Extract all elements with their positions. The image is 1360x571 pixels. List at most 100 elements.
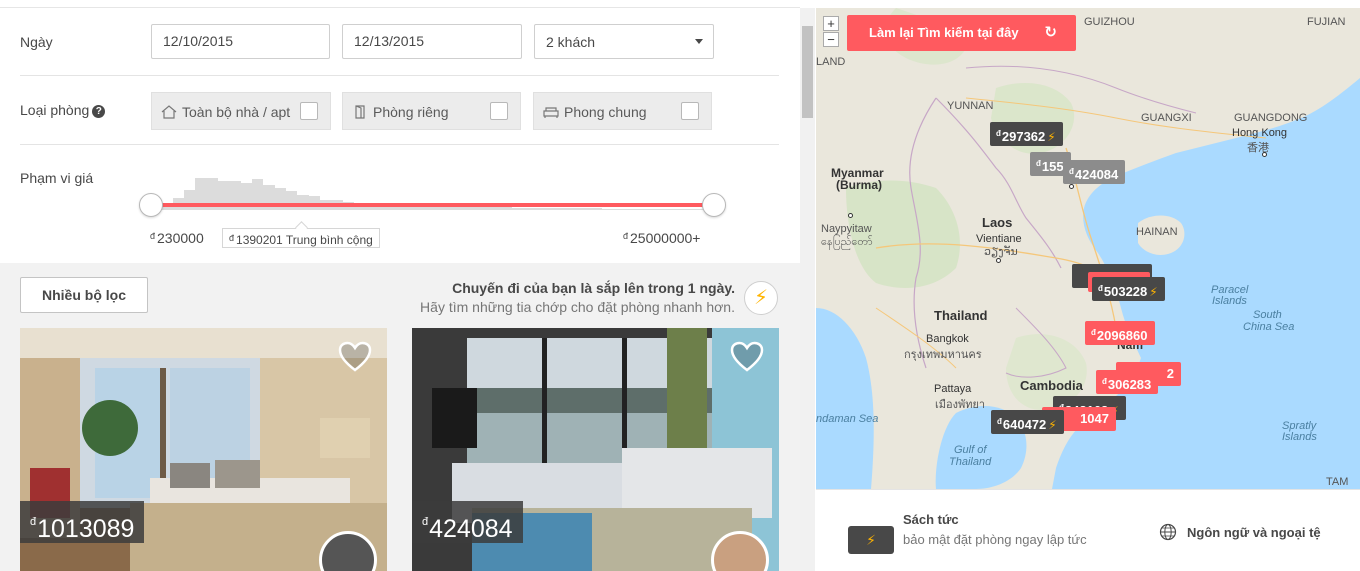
map-legend: ⚡ Sách tức bảo mật đặt phòng ngay lập tứ… xyxy=(816,489,1360,571)
instant-book-description: bảo mật đặt phòng ngay lập tức xyxy=(903,532,1087,547)
city-dot xyxy=(1262,152,1267,157)
listing-price: đ1013089 xyxy=(20,501,145,543)
entire-home-checkbox[interactable] xyxy=(300,102,318,120)
listing-price-value: 424084 xyxy=(429,515,513,543)
pin-price: 2 xyxy=(1166,366,1174,381)
price-range-label: Phạm vi giá xyxy=(20,170,94,186)
map-label: South xyxy=(1253,309,1282,321)
checkin-input[interactable]: 12/10/2015 xyxy=(151,24,330,59)
histogram-bar xyxy=(522,207,535,210)
guests-select[interactable]: 2 khách xyxy=(534,24,714,59)
help-icon[interactable]: ? xyxy=(92,105,106,118)
dropdown-arrow-icon xyxy=(695,39,703,44)
currency-symbol: đ xyxy=(997,417,1002,426)
price-pin[interactable]: đ306283 xyxy=(1096,370,1159,394)
globe-icon xyxy=(1159,523,1177,541)
pin-price: 424084 xyxy=(1074,167,1119,182)
currency-symbol: đ xyxy=(1069,167,1074,176)
currency-symbol: đ xyxy=(1091,328,1096,337)
histogram-bar xyxy=(489,207,501,210)
top-divider xyxy=(0,0,800,8)
pin-price: 2096860 xyxy=(1096,328,1148,343)
histogram-bar xyxy=(635,208,648,210)
currency-symbol: đ xyxy=(229,233,235,243)
histogram-bar xyxy=(613,208,626,210)
histogram-bar xyxy=(647,208,659,210)
price-pin[interactable]: đ424084 xyxy=(1063,160,1126,184)
pin-price: 155 xyxy=(1041,159,1064,174)
private-room-checkbox[interactable] xyxy=(490,102,508,120)
histogram-bar xyxy=(466,206,479,210)
room-type-shared-room[interactable]: Phong chung xyxy=(533,92,712,130)
listing-card[interactable]: đ1013089 xyxy=(20,328,387,571)
map-label: နေပြည်တော် xyxy=(821,236,873,248)
histogram-bar xyxy=(500,207,513,210)
map-label: GUANGDONG xyxy=(1234,112,1308,124)
price-pin[interactable]: đ2096860 xyxy=(1085,321,1155,345)
currency-symbol: đ xyxy=(1102,377,1107,386)
door-icon xyxy=(355,105,365,119)
room-type-label-text: Loại phòng xyxy=(20,102,90,118)
bolt-icon: ⚡ xyxy=(1047,130,1056,144)
histogram-bar xyxy=(579,208,592,210)
redo-search-label: Làm lại Tìm kiếm tại đây xyxy=(869,25,1019,40)
room-type-label: Loại phòng? xyxy=(20,102,106,118)
language-currency-link[interactable]: Ngôn ngữ và ngoại tệ xyxy=(1187,525,1321,540)
checkout-input[interactable]: 12/13/2015 xyxy=(342,24,522,59)
histogram-bar xyxy=(590,208,603,210)
currency-symbol: đ xyxy=(1098,284,1103,293)
currency-symbol: đ xyxy=(996,129,1001,138)
map-label: Cambodia xyxy=(1020,378,1083,393)
favorite-heart-icon[interactable] xyxy=(338,341,372,373)
redo-search-button[interactable]: Làm lại Tìm kiếm tại đây ↻ xyxy=(847,15,1076,51)
map-label: TAM xyxy=(1326,476,1349,488)
currency-symbol: đ xyxy=(623,231,629,241)
shared-room-checkbox[interactable] xyxy=(681,102,699,120)
pin-price: 297362 xyxy=(1001,129,1046,144)
histogram-bar xyxy=(511,207,524,210)
price-average-value: 1390201 Trung bình cộng xyxy=(236,233,373,247)
price-slider-track[interactable] xyxy=(151,203,714,207)
map-label: GUIZHOU xyxy=(1084,16,1135,28)
map-label: Pattaya xyxy=(934,383,972,395)
map-label: Vientiane xyxy=(976,233,1022,245)
favorite-heart-icon[interactable] xyxy=(730,341,764,373)
pin-price: 1047 xyxy=(1080,411,1109,426)
histogram-bar xyxy=(602,208,614,210)
room-type-entire-home[interactable]: Toàn bộ nhà / apt xyxy=(151,92,331,130)
histogram-bar xyxy=(545,208,558,210)
map-label: FUJIAN xyxy=(1307,16,1346,28)
more-filters-button[interactable]: Nhiều bộ lọc xyxy=(20,277,148,313)
map-label: ndaman Sea xyxy=(816,413,879,425)
currency-symbol: đ xyxy=(422,516,429,528)
map-label: กรุงเทพมหานคร xyxy=(904,349,982,361)
map-label: Gulf of xyxy=(954,444,987,456)
map-label: ວຽງຈັນ xyxy=(984,246,1018,258)
map[interactable]: + − Làm lại Tìm kiếm tại đây ↻ LAND GUIZH… xyxy=(816,8,1360,489)
price-pin[interactable]: đ503228 ⚡ xyxy=(1092,277,1165,301)
listing-price: đ424084 xyxy=(412,501,523,543)
map-label: เมืองพัทยา xyxy=(935,399,986,411)
pin-price: 640472 xyxy=(1002,417,1047,432)
city-dot xyxy=(1069,184,1074,189)
price-pin[interactable]: đ640472 ⚡ xyxy=(991,410,1064,434)
price-pin[interactable]: đ297362 ⚡ xyxy=(990,122,1063,146)
trip-notice-subtitle: Hãy tìm những tia chớp cho đặt phòng nha… xyxy=(420,299,735,315)
price-min-handle[interactable] xyxy=(139,193,163,217)
histogram-bar xyxy=(568,208,580,210)
zoom-in-button[interactable]: + xyxy=(823,16,839,31)
scrollbar-thumb[interactable] xyxy=(802,26,813,118)
zoom-out-button[interactable]: − xyxy=(823,32,839,47)
price-max-label: đ 25000000+ xyxy=(623,230,700,246)
instant-book-bolt-icon[interactable]: ⚡ xyxy=(744,281,778,315)
price-max-handle[interactable] xyxy=(702,193,726,217)
instant-book-bolt-icon: ⚡ xyxy=(848,526,894,554)
map-label: Naypyitaw xyxy=(821,223,872,235)
room-type-private-room[interactable]: Phòng riêng xyxy=(342,92,521,130)
listing-card[interactable]: đ424084 xyxy=(412,328,779,571)
histogram-bar xyxy=(658,208,671,210)
map-label: HAINAN xyxy=(1136,226,1178,238)
map-label: Laos xyxy=(982,215,1013,230)
histogram-bar xyxy=(624,208,637,210)
currency-symbol: đ xyxy=(150,231,156,241)
